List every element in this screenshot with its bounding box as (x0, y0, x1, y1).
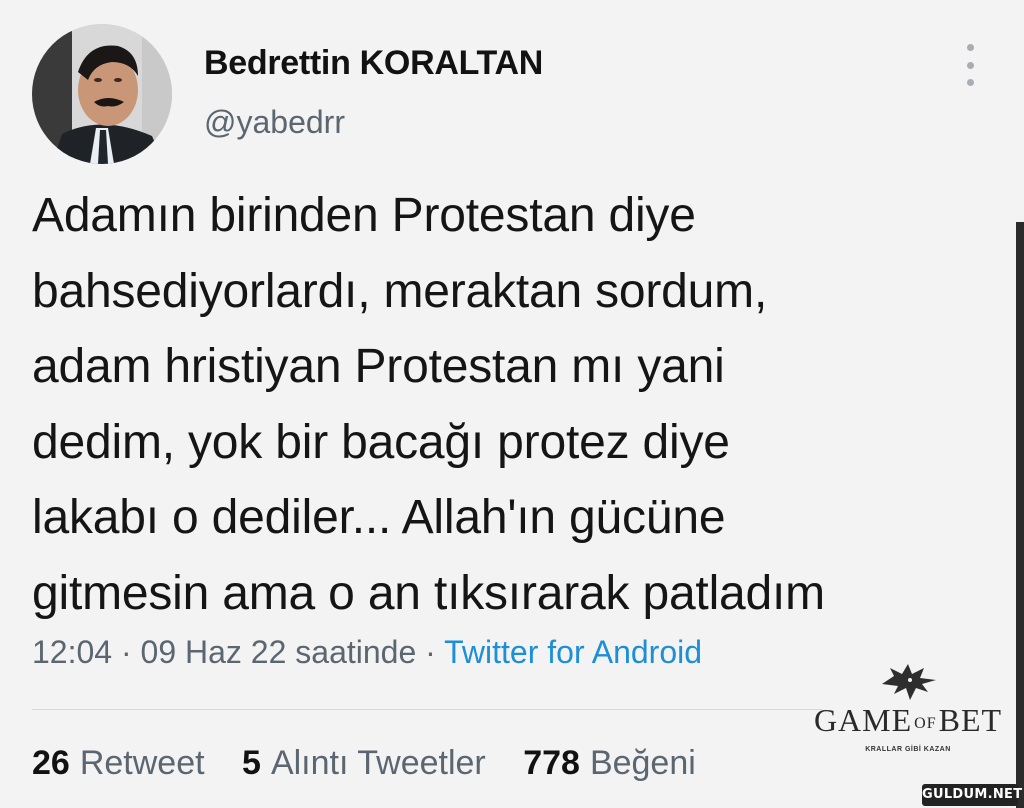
display-name[interactable]: Bedrettin KORALTAN (204, 44, 543, 83)
tweet-text-line: gitmesin ama o an tıksırarak patladım (32, 566, 825, 620)
tweet-text-line: bahsediyorlardı, meraktan sordum, (32, 264, 768, 318)
tweet-source-link[interactable]: Twitter for Android (444, 634, 702, 670)
user-handle[interactable]: @yabedrr (204, 104, 345, 141)
like-label: Beğeni (589, 744, 696, 782)
like-count[interactable]: 778 Beğeni (523, 744, 696, 783)
avatar[interactable] (32, 24, 172, 164)
tweet-stats: 26 Retweet 5 Alıntı Tweetler 778 Beğeni (32, 744, 724, 783)
watermark-brand: GAME OFBET (808, 702, 1008, 739)
meta-separator: · (120, 634, 141, 670)
avatar-photo (32, 24, 172, 164)
quote-count[interactable]: 5 Alıntı Tweetler (242, 744, 486, 783)
menu-dot (966, 79, 974, 86)
site-watermark: GULDUM.NET (922, 784, 1022, 806)
watermark-logo: GAME OFBET KRALLAR GİBİ KAZAN (808, 658, 1008, 758)
more-vertical-icon[interactable] (958, 44, 982, 86)
watermark-slogan: KRALLAR GİBİ KAZAN (865, 746, 951, 753)
tweet-text-line: lakabı o dediler... Allah'ın gücüne (32, 491, 726, 545)
like-number: 778 (523, 744, 580, 782)
tweet-text-line: Adamın birinden Protestan diye (32, 189, 696, 242)
tweet-meta: 12:04 · 09 Haz 22 saatinde · Twitter for… (32, 634, 702, 671)
tweet-screenshot: Bedrettin KORALTAN @yabedrr Adamın birin… (0, 0, 1024, 808)
quote-number: 5 (242, 744, 261, 782)
watermark-brand-right: BET (938, 702, 1003, 738)
divider (32, 709, 822, 710)
dragon-logo-icon (882, 664, 936, 700)
retweet-count[interactable]: 26 Retweet (32, 744, 205, 783)
retweet-label: Retweet (79, 744, 205, 782)
menu-dot (966, 61, 974, 69)
retweet-number: 26 (32, 744, 70, 782)
quote-label: Alıntı Tweetler (270, 744, 486, 782)
watermark-brand-left: GAME (813, 702, 913, 738)
tweet-text-line: adam hristiyan Protestan mı yani (32, 340, 725, 394)
watermark-brand-of: OF (914, 714, 937, 732)
tweet-text-line: dedim, yok bir bacağı protez diye (32, 415, 730, 469)
meta-separator: · (425, 634, 445, 670)
tweet-text: Adamın birinden Protestan diye bahsediyo… (32, 178, 1012, 632)
menu-dot (966, 44, 974, 51)
tweet-date[interactable]: 09 Haz 22 saatinde (141, 634, 417, 670)
tweet-time[interactable]: 12:04 (32, 634, 112, 670)
screen-edge (1016, 222, 1024, 808)
